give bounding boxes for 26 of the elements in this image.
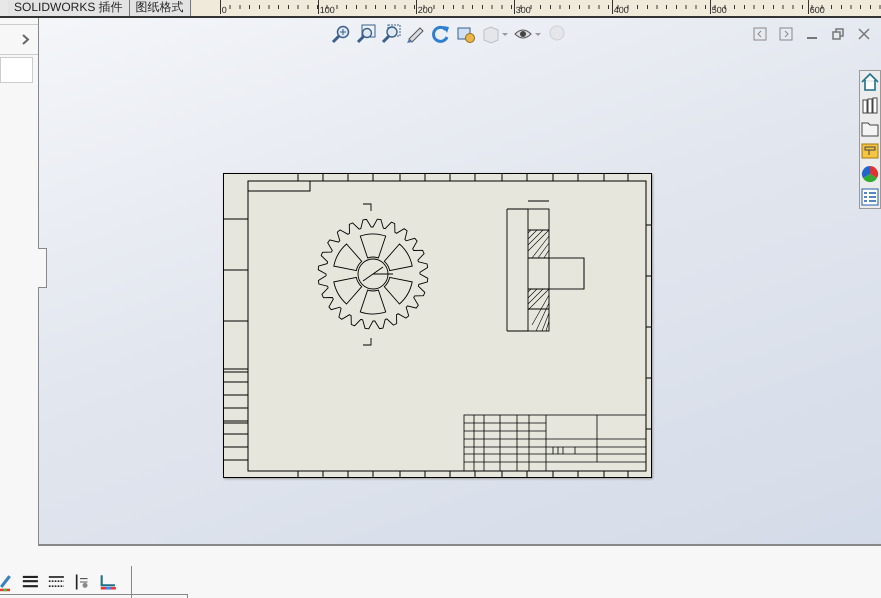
input-field[interactable]	[0, 57, 33, 83]
rotate-icon[interactable]	[431, 24, 451, 44]
ruler-label: 200	[418, 4, 433, 16]
ruler-label: 100	[320, 4, 335, 16]
command-tab[interactable]: 图纸格式	[130, 0, 191, 16]
panel-left-icon[interactable]	[753, 27, 767, 41]
restore-icon[interactable]	[831, 27, 845, 41]
ruler-label: 400	[614, 4, 629, 16]
zoom-to-fit-icon[interactable]	[331, 24, 351, 44]
close-icon[interactable]	[857, 27, 871, 41]
ruler-label: 600	[810, 4, 825, 16]
color-wheel-icon[interactable]	[860, 164, 880, 184]
command-tab[interactable]: SOLIDWORKS 插件	[8, 0, 130, 16]
home-icon[interactable]	[860, 72, 880, 92]
books-icon[interactable]	[860, 95, 880, 115]
panel-right-icon[interactable]	[779, 27, 793, 41]
panel-handle[interactable]	[38, 248, 47, 288]
chevron-right-icon[interactable]	[22, 34, 30, 45]
ruler-label: 300	[516, 4, 531, 16]
zoom-icon[interactable]	[381, 24, 401, 44]
zoom-area-icon[interactable]	[356, 24, 376, 44]
hide-show-edges-icon[interactable]	[75, 572, 90, 592]
ruler-label: 0	[222, 4, 227, 16]
layout-icon[interactable]	[860, 141, 880, 161]
ruler-label: 500	[712, 4, 727, 16]
list-icon[interactable]	[860, 187, 880, 207]
